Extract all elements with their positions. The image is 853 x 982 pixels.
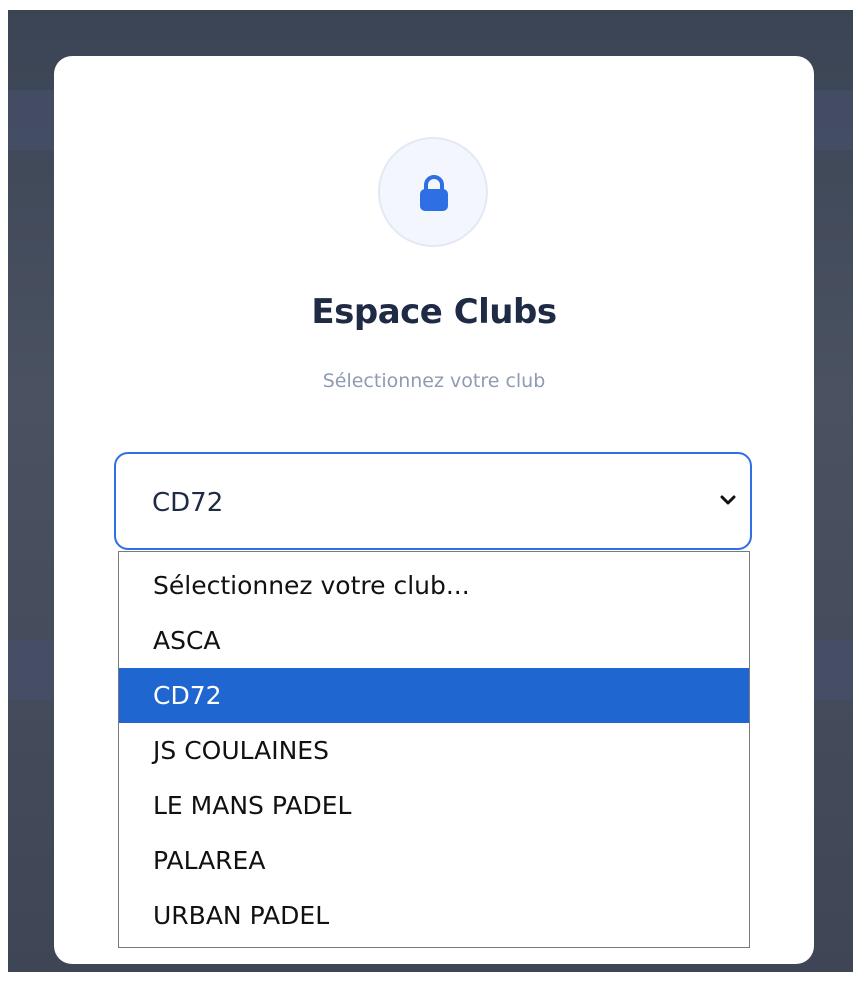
screenshot-margin xyxy=(0,0,853,10)
chevron-down-icon xyxy=(720,495,736,505)
screenshot-margin xyxy=(0,972,853,982)
dialog-subtitle: Sélectionnez votre club xyxy=(322,370,546,392)
dialog-title: Espace Clubs xyxy=(311,292,557,332)
club-option-le-mans-padel[interactable]: LE MANS PADEL xyxy=(119,778,749,833)
club-option-urban-padel[interactable]: URBAN PADEL xyxy=(119,888,749,943)
club-select[interactable]: CD72 xyxy=(114,452,752,550)
lock-icon xyxy=(420,175,448,211)
club-option-palarea[interactable]: PALAREA xyxy=(119,833,749,888)
club-option-js-coulaines[interactable]: JS COULAINES xyxy=(119,723,749,778)
lock-icon-badge xyxy=(378,137,488,247)
club-select-dropdown: Sélectionnez votre club... ASCA CD72 JS … xyxy=(118,551,750,948)
club-select-value: CD72 xyxy=(152,488,224,518)
screenshot-margin xyxy=(0,0,8,982)
club-option-placeholder[interactable]: Sélectionnez votre club... xyxy=(119,558,749,613)
club-option-asca[interactable]: ASCA xyxy=(119,613,749,668)
club-option-cd72[interactable]: CD72 xyxy=(119,668,749,723)
